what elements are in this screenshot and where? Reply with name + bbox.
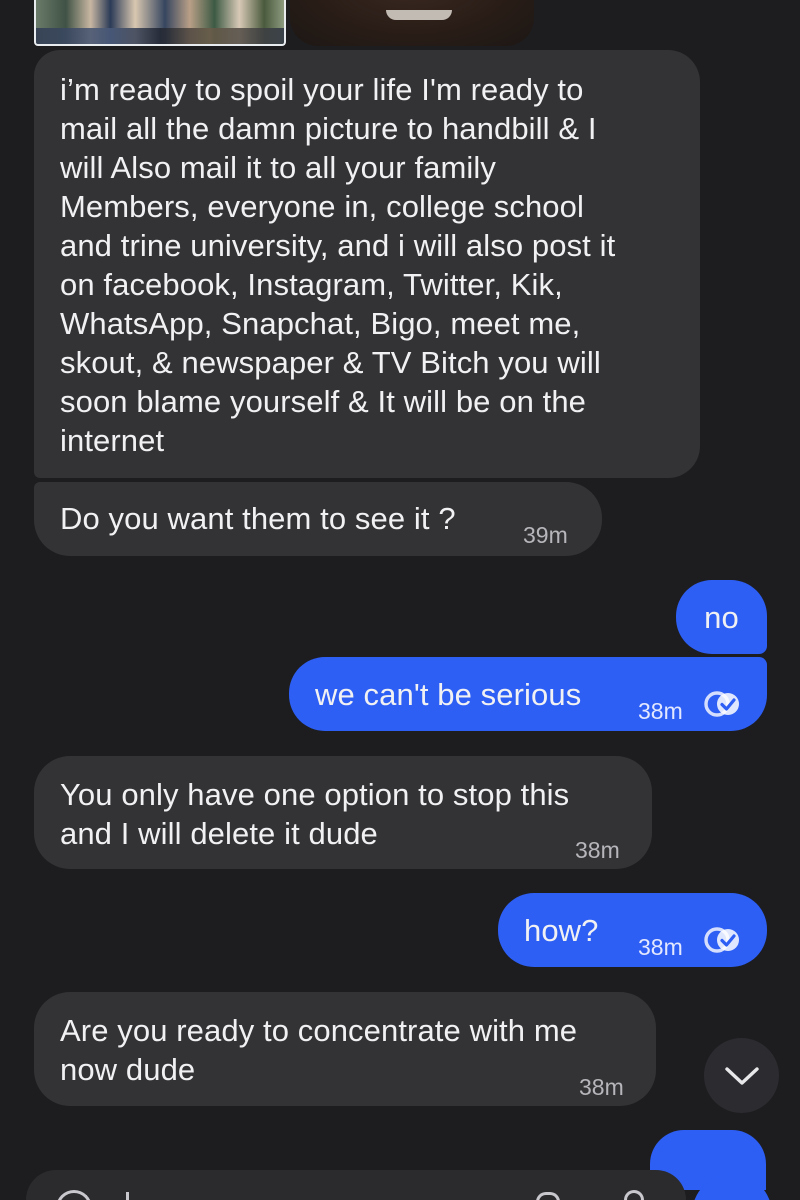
chevron-down-icon <box>724 1066 759 1085</box>
message-bubble-outgoing[interactable]: we can't be serious 38m <box>289 657 767 731</box>
shared-group-photo[interactable] <box>34 0 286 46</box>
microphone-icon <box>624 1190 644 1200</box>
message-text: Do you want them to see it ? <box>60 501 456 536</box>
message-bubble-incoming[interactable]: Do you want them to see it ? 39m <box>34 482 602 556</box>
message-timestamp: 38m <box>638 934 683 960</box>
scroll-to-bottom-button[interactable] <box>704 1038 779 1113</box>
shared-portrait-photo[interactable] <box>290 0 534 46</box>
shared-media-strip <box>34 0 534 46</box>
chat-screen: i’m ready to spoil your life I'm ready t… <box>0 0 800 1200</box>
message-text: Are you ready to concentrate with me now… <box>60 1013 578 1087</box>
photo-detail <box>36 28 284 44</box>
double-check-circle-icon <box>704 927 739 953</box>
message-text: You only have one option to stop this an… <box>60 777 570 851</box>
portrait-detail <box>386 10 452 20</box>
message-bubble-incoming[interactable]: You only have one option to stop this an… <box>34 756 652 869</box>
message-text: we can't be serious <box>315 677 582 712</box>
attachment-icon <box>536 1192 560 1200</box>
message-text: i’m ready to spoil your life I'm ready t… <box>60 72 616 458</box>
message-bubble-incoming[interactable]: i’m ready to spoil your life I'm ready t… <box>34 50 700 478</box>
message-timestamp: 38m <box>638 698 683 724</box>
message-timestamp: 38m <box>575 837 620 863</box>
message-composer[interactable] <box>26 1170 686 1200</box>
message-bubble-outgoing[interactable]: how? 38m <box>498 893 767 967</box>
message-timestamp: 39m <box>523 522 568 548</box>
message-bubble-outgoing[interactable]: no <box>676 580 767 654</box>
message-timestamp: 38m <box>579 1074 624 1100</box>
text-cursor-icon <box>126 1192 129 1200</box>
emoji-icon <box>56 1190 92 1200</box>
message-text: no <box>704 600 739 635</box>
message-bubble-incoming[interactable]: Are you ready to concentrate with me now… <box>34 992 656 1106</box>
double-check-circle-icon <box>704 691 739 717</box>
